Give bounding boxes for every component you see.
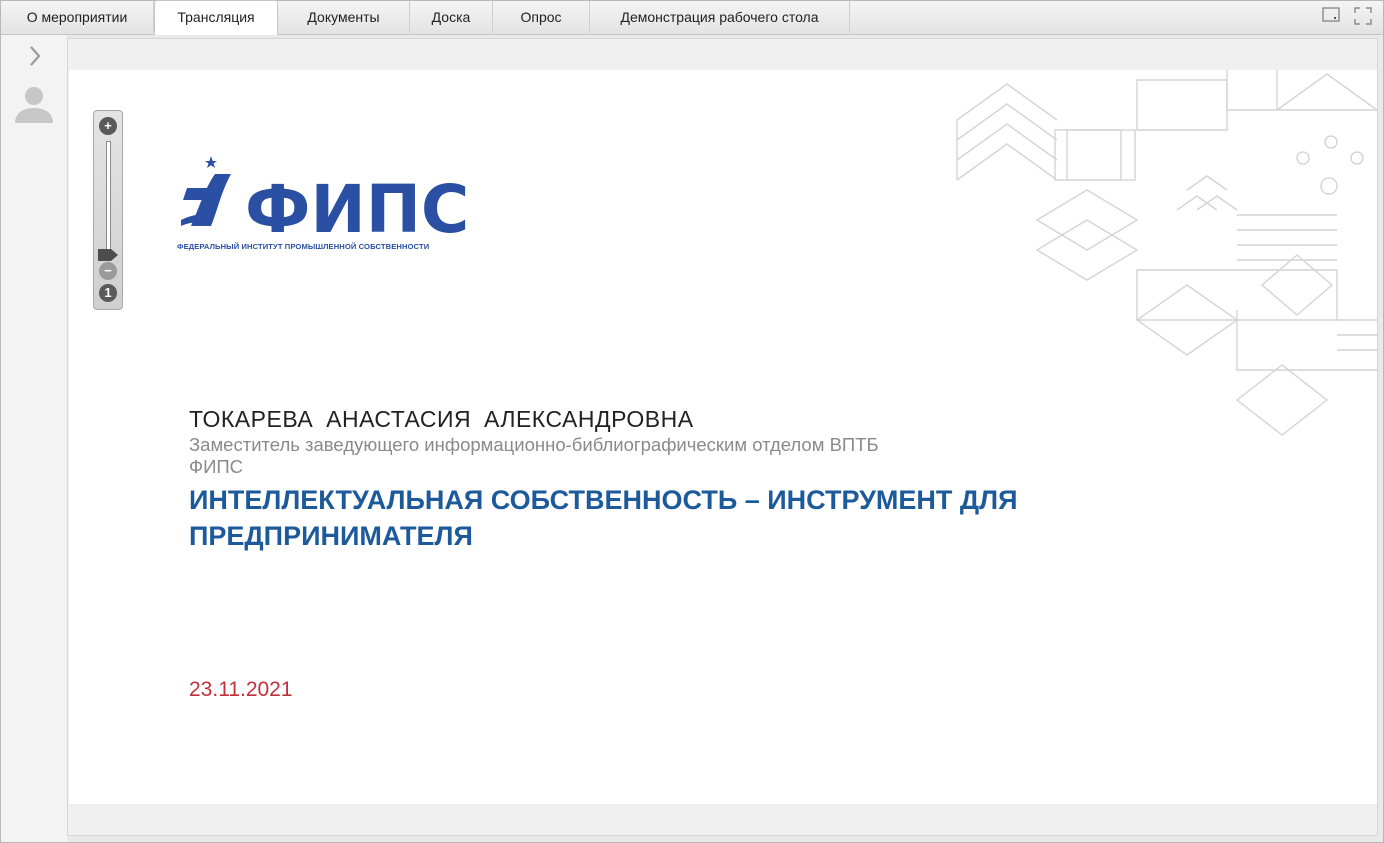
logo-caption: ФЕДЕРАЛЬНЫЙ ИНСТИТУТ ПРОМЫШЛЕННОЙ СОБСТВ… [177,242,430,251]
zoom-slider-thumb[interactable] [98,248,118,261]
logo-wordmark: ФИПС [245,171,469,245]
fullscreen-icon[interactable] [1354,7,1372,25]
tab-documents[interactable]: Документы [278,1,410,33]
tab-desktop-sharing[interactable]: Демонстрация рабочего стола [590,1,850,33]
zoom-slider-track[interactable] [106,141,111,255]
presentation-slide: ФИПС ФЕДЕРАЛЬНЫЙ ИНСТИТУТ ПРОМЫШЛЕННОЙ С… [69,70,1377,804]
zoom-in-button[interactable]: + [99,117,117,135]
fips-logo: ФИПС ФЕДЕРАЛЬНЫЙ ИНСТИТУТ ПРОМЫШЛЕННОЙ С… [177,150,487,260]
app-window: О мероприятии Трансляция Документы Доска… [0,0,1384,843]
window-restore-icon[interactable] [1322,7,1340,23]
tab-board[interactable]: Доска [410,1,493,33]
user-icon[interactable] [13,83,55,125]
zoom-control: + − 1 [93,110,123,310]
decorative-pattern [956,70,1377,436]
speaker-role: Заместитель заведующего информационно-би… [189,434,879,477]
participants-sidebar [1,35,67,842]
chevron-right-icon[interactable] [25,43,45,69]
presentation-title: ИНТЕЛЛЕКТУАЛЬНАЯ СОБСТВЕННОСТЬ – ИНСТРУМ… [189,485,1018,551]
speaker-name: ТОКАРЕВА АНАСТАСИЯ АЛЕКСАНДРОВНА [189,406,694,432]
presentation-viewport: ФИПС ФЕДЕРАЛЬНЫЙ ИНСТИТУТ ПРОМЫШЛЕННОЙ С… [67,38,1378,836]
presentation-date: 23.11.2021 [189,678,293,701]
zoom-reset-button[interactable]: 1 [99,284,117,302]
zoom-out-button[interactable]: − [99,262,117,280]
tab-about-event[interactable]: О мероприятии [1,1,154,33]
tab-poll[interactable]: Опрос [493,1,590,33]
tab-broadcast[interactable]: Трансляция [154,0,278,35]
tab-bar: О мероприятии Трансляция Документы Доска… [1,0,1383,35]
